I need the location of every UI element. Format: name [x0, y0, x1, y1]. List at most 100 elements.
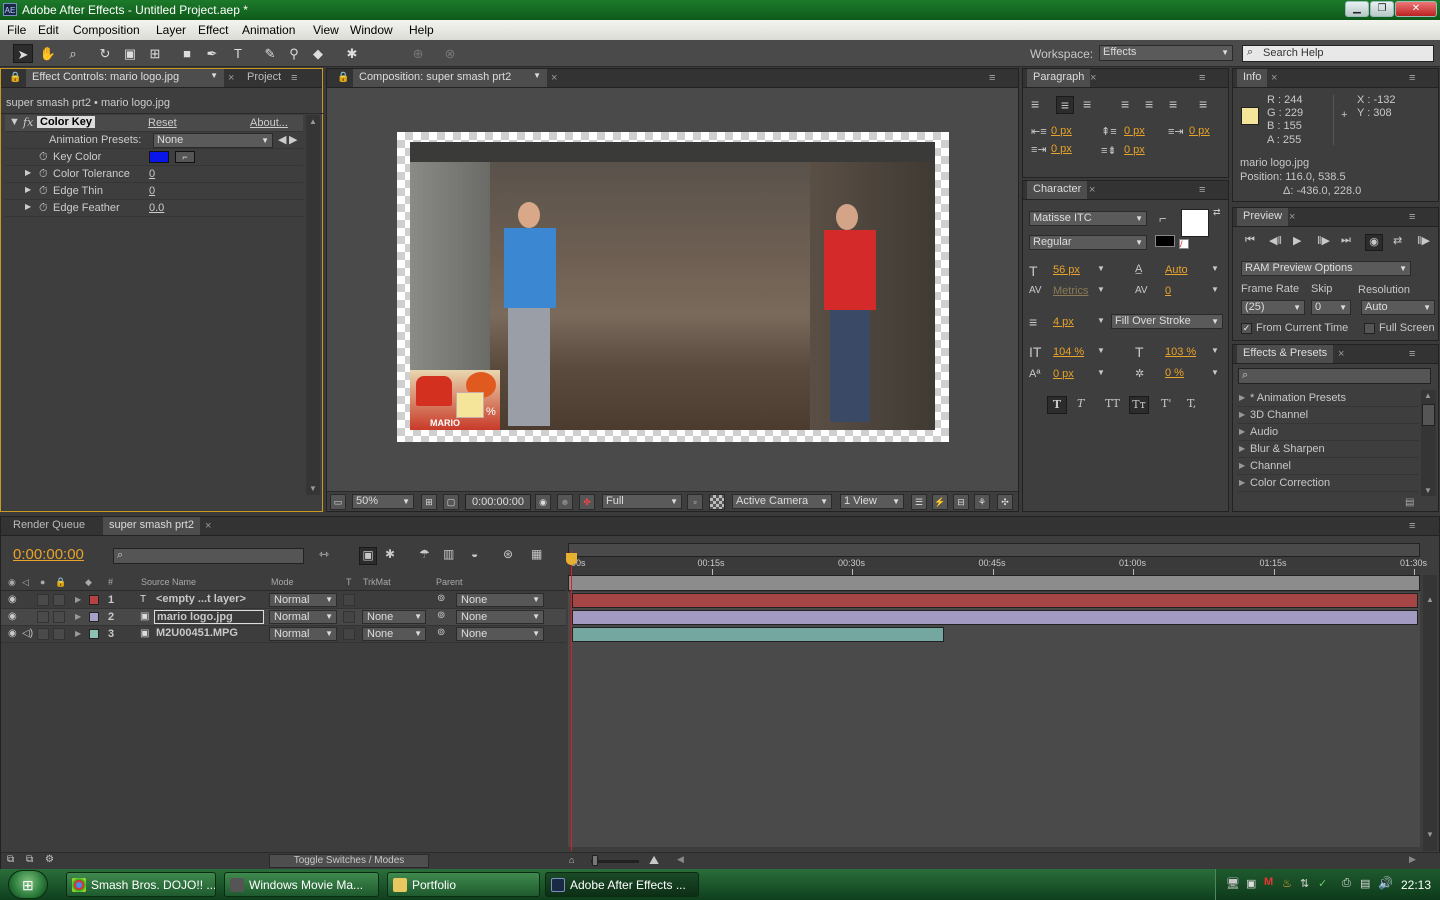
- baseline-shift-value[interactable]: 0 px: [1053, 368, 1074, 380]
- solo-toggle[interactable]: [37, 594, 49, 606]
- tab-character[interactable]: Character: [1027, 181, 1088, 199]
- horizontal-scale-dropdown-icon[interactable]: ▼: [1211, 346, 1219, 355]
- faux-italic-button[interactable]: T: [1077, 397, 1084, 410]
- mask-visibility-icon[interactable]: ▢: [443, 494, 459, 510]
- workspace-select[interactable]: Effects: [1099, 45, 1233, 61]
- baseline-dropdown-icon[interactable]: ▼: [1097, 368, 1105, 377]
- parent-select[interactable]: None: [456, 593, 544, 607]
- close-tab-icon[interactable]: ×: [205, 520, 211, 532]
- view-layout-select[interactable]: 1 View: [840, 494, 904, 509]
- restore-button[interactable]: ❐: [1370, 1, 1394, 17]
- expand-triangle-icon[interactable]: ▶: [25, 202, 31, 211]
- safe-zones-icon[interactable]: ⊞: [421, 494, 437, 510]
- tray-m-icon[interactable]: M: [1264, 876, 1273, 888]
- current-time-display[interactable]: 0:00:00:00: [465, 494, 531, 510]
- vertical-scale-value[interactable]: 104 %: [1053, 346, 1084, 358]
- ram-preview-icon[interactable]: ‖▶: [1417, 234, 1430, 247]
- from-current-time-checkbox[interactable]: ✓: [1241, 323, 1252, 334]
- brush-tool-icon[interactable]: ✎: [260, 44, 280, 63]
- full-screen-checkbox[interactable]: [1364, 323, 1375, 334]
- effects-scrollbar[interactable]: ▲ ▼: [1421, 390, 1436, 496]
- time-ruler[interactable]: 00s 00:15s 00:30s 00:45s 01:00s 01:15s 01:30s: [568, 557, 1427, 575]
- panel-menu-icon[interactable]: ≡: [1409, 211, 1415, 223]
- selection-tool-icon[interactable]: ➤: [13, 44, 33, 63]
- expand-in-out-icon[interactable]: ⚙: [45, 854, 54, 865]
- comp-mini-flowchart-icon[interactable]: ⇿: [319, 547, 329, 561]
- taskbar-item-chrome[interactable]: Smash Bros. DOJO!! ...: [66, 872, 216, 897]
- tsume-dropdown-icon[interactable]: ▼: [1211, 368, 1219, 377]
- rgb-channel-icon[interactable]: ✤: [579, 494, 595, 510]
- effects-list-item[interactable]: ▶ 3D Channel: [1237, 407, 1419, 424]
- leading-value[interactable]: Auto: [1165, 264, 1188, 276]
- resolution-select[interactable]: Auto: [1361, 300, 1435, 315]
- expand-layer-switches-icon[interactable]: ⧉: [7, 854, 14, 865]
- blend-mode-select[interactable]: Normal: [269, 627, 337, 641]
- subscript-button[interactable]: T,: [1187, 397, 1196, 410]
- hand-tool-icon[interactable]: ✋: [38, 44, 58, 63]
- tsume-value[interactable]: 0 %: [1165, 367, 1184, 379]
- search-help-field[interactable]: ⌕ Search Help: [1242, 45, 1434, 62]
- menu-animation[interactable]: Animation: [242, 23, 295, 37]
- mario-logo-overlay[interactable]: MARIO %: [410, 370, 500, 430]
- tab-preview[interactable]: Preview: [1237, 208, 1289, 226]
- always-preview-icon[interactable]: ▭: [330, 494, 346, 510]
- blend-mode-select[interactable]: Normal: [269, 610, 337, 624]
- zoom-out-icon[interactable]: ⌂: [569, 855, 574, 865]
- blend-mode-select[interactable]: Normal: [269, 593, 337, 607]
- parent-pickwhip-icon[interactable]: ⊚: [437, 627, 445, 638]
- audio-speaker-icon[interactable]: ◁): [22, 628, 33, 639]
- justify-right-icon[interactable]: ≡: [1169, 96, 1177, 112]
- solo-toggle[interactable]: [37, 611, 49, 623]
- new-folder-icon[interactable]: ▤: [1405, 497, 1414, 508]
- tray-connection-icon[interactable]: ▤: [1360, 877, 1370, 890]
- pen-tool-icon[interactable]: ✒: [202, 44, 222, 63]
- close-tab-icon[interactable]: ×: [1271, 72, 1277, 84]
- kerning-dropdown-icon[interactable]: ▼: [1097, 285, 1105, 294]
- tab-effects-presets[interactable]: Effects & Presets: [1237, 345, 1334, 363]
- stopwatch-icon[interactable]: ⏱: [39, 185, 48, 198]
- layer-search-input[interactable]: ⌕: [113, 548, 304, 564]
- panel-menu-icon[interactable]: ≡: [291, 72, 297, 84]
- close-tab-icon[interactable]: ×: [1338, 348, 1344, 360]
- region-of-interest-icon[interactable]: ▫: [687, 494, 703, 510]
- font-size-dropdown-icon[interactable]: ▼: [1097, 264, 1105, 273]
- solo-toggle[interactable]: [37, 628, 49, 640]
- axis-mode-icon[interactable]: ⊕: [408, 44, 428, 63]
- align-left-icon[interactable]: ≡: [1031, 96, 1039, 112]
- eyedropper-icon[interactable]: ⌐: [1159, 211, 1167, 226]
- timeline-timecode[interactable]: 0:00:00:00: [13, 546, 84, 563]
- kerning-value[interactable]: Metrics: [1053, 285, 1088, 297]
- clock[interactable]: 22:13: [1401, 878, 1431, 892]
- expand-triangle-icon[interactable]: ▼: [9, 116, 20, 128]
- scroll-left-icon[interactable]: ◀: [677, 854, 684, 865]
- source-name-header[interactable]: Source Name: [141, 577, 196, 587]
- preserve-transparency-checkbox[interactable]: [343, 594, 355, 606]
- zoom-select[interactable]: 50%: [352, 494, 414, 509]
- zoom-slider[interactable]: [591, 860, 639, 863]
- previous-preset-icon[interactable]: ◀: [278, 133, 286, 146]
- track-matte-select[interactable]: None: [362, 627, 426, 641]
- indent-right-value[interactable]: 0 px: [1189, 125, 1210, 137]
- close-tab-icon[interactable]: ×: [551, 72, 557, 84]
- play-icon[interactable]: ▶: [1293, 234, 1301, 247]
- preserve-transparency-checkbox[interactable]: [343, 611, 355, 623]
- eyedropper-icon[interactable]: ⌐: [175, 151, 195, 163]
- font-style-select[interactable]: Regular: [1029, 235, 1147, 250]
- close-tab-icon[interactable]: ×: [1289, 211, 1295, 223]
- font-family-select[interactable]: Matisse ITC: [1029, 211, 1147, 226]
- lock-icon[interactable]: 🔒: [337, 72, 349, 83]
- expand-transfer-controls-icon[interactable]: ⧉: [26, 854, 33, 865]
- justify-center-icon[interactable]: ≡: [1145, 96, 1153, 112]
- expand-triangle-icon[interactable]: ▶: [75, 612, 81, 621]
- video-eye-icon[interactable]: ◉: [8, 611, 17, 622]
- lock-icon[interactable]: 🔒: [9, 72, 21, 83]
- menu-help[interactable]: Help: [409, 23, 434, 37]
- indent-left-value[interactable]: 0 px: [1051, 125, 1072, 137]
- timeline-scrollbar[interactable]: ▲ ▼: [1423, 575, 1437, 851]
- tray-volume-icon[interactable]: 🔊: [1378, 876, 1393, 890]
- audio-icon[interactable]: ◉: [1365, 234, 1383, 251]
- tray-check-icon[interactable]: ✓: [1318, 877, 1327, 890]
- label-color-swatch[interactable]: [89, 629, 99, 639]
- minimize-button[interactable]: ▁: [1345, 1, 1369, 17]
- expand-triangle-icon[interactable]: ▶: [1239, 410, 1245, 419]
